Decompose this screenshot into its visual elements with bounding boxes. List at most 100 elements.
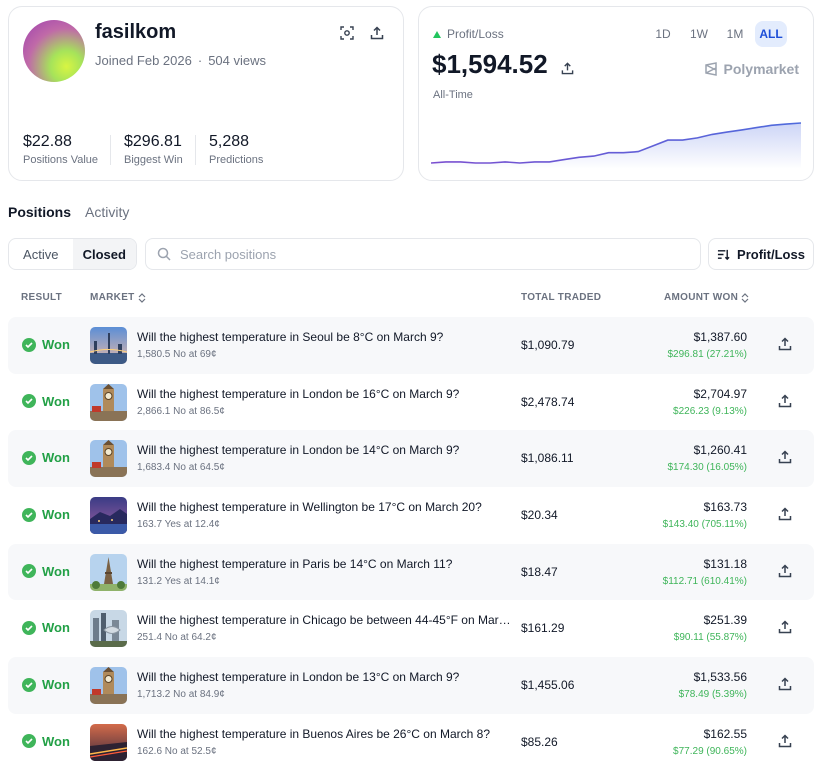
profit-change: $226.23 (9.13%) [673,405,747,417]
header-total-traded: TOTAL TRADED [521,292,602,303]
share-icon[interactable] [778,337,794,353]
amount-won: $162.55 [703,726,747,741]
sort-button[interactable]: Profit/Loss [708,238,814,270]
range-1w[interactable]: 1W [683,21,715,47]
total-traded: $1,455.06 [521,678,575,693]
check-circle-icon [22,394,36,409]
check-circle-icon [22,620,36,635]
pnl-header: Profit/Loss [433,27,504,41]
market-question[interactable]: Will the highest temperature in London b… [137,670,512,684]
result-badge: Won [22,394,70,409]
scan-icon[interactable] [337,23,357,43]
profile-meta: Joined Feb 2026 · 504 views [95,53,267,68]
share-icon[interactable] [778,620,794,636]
position-summary: 163.7 Yes at 12.4¢ [137,519,220,531]
check-circle-icon [22,450,36,465]
position-summary: 251.4 No at 64.2¢ [137,632,217,644]
username: fasilkom [95,21,177,43]
check-circle-icon [22,507,36,522]
header-market[interactable]: MARKET [90,292,146,303]
table-row[interactable]: Won Will the highest temperature in Seoul… [8,317,814,374]
divider [195,135,196,165]
range-1m[interactable]: 1M [719,21,751,47]
result-badge: Won [22,620,70,635]
polymarket-brand: Polymarket [704,61,799,77]
share-icon[interactable] [778,394,794,410]
result-badge: Won [22,734,70,749]
sort-toggle-icon [138,292,146,303]
filter-closed[interactable]: Closed [72,239,136,269]
check-circle-icon [22,677,36,692]
table-row[interactable]: Won Will the highest temperature in Welli… [8,487,814,544]
market-thumbnail [90,327,127,364]
range-all[interactable]: ALL [755,21,787,47]
table-row[interactable]: Won Will the highest temperature in Bueno… [8,713,814,766]
tab-activity[interactable]: Activity [85,204,129,220]
profit-change: $90.11 (55.87%) [673,632,747,644]
result-badge: Won [22,564,70,579]
pnl-card: Profit/Loss 1D 1W 1M ALL $1,594.52 Polym… [418,6,814,181]
check-circle-icon [22,734,36,749]
result-badge: Won [22,450,70,465]
polymarket-logo-icon [704,62,717,76]
pnl-label: Profit/Loss [447,27,504,41]
market-question[interactable]: Will the highest temperature in London b… [137,443,512,457]
profit-change: $112.71 (610.41%) [662,575,747,587]
share-icon[interactable] [778,564,794,580]
table-row[interactable]: Won Will the highest temperature in Paris… [8,543,814,601]
position-summary: 131.2 Yes at 14.1¢ [137,575,220,587]
search-input[interactable] [180,246,660,262]
header-amount-won[interactable]: AMOUNT WON [664,292,749,303]
amount-won: $1,387.60 [693,330,747,344]
result-badge: Won [22,507,70,522]
check-circle-icon [22,564,36,579]
market-thumbnail [90,610,127,648]
position-summary: 1,683.4 No at 64.5¢ [137,462,225,474]
profit-change: $296.81 (27.21%) [667,349,747,360]
profile-card: fasilkom Joined Feb 2026 · 504 views $22.8… [8,6,404,181]
avatar [23,20,85,82]
market-thumbnail [90,383,127,421]
table-row[interactable]: Won Will the highest temperature in Chica… [8,600,814,658]
table-row[interactable]: Won Will the highest temperature in Londo… [8,373,814,431]
market-question[interactable]: Will the highest temperature in Seoul be… [137,330,512,344]
share-icon[interactable] [778,734,794,750]
market-question[interactable]: Will the highest temperature in Chicago … [137,613,512,627]
market-thumbnail [90,553,127,591]
market-question[interactable]: Will the highest temperature in Wellingt… [137,500,512,514]
stat-predictions: 5,288 Predictions [209,133,264,166]
divider [110,135,111,165]
total-traded: $18.47 [521,564,558,579]
filter-active[interactable]: Active [9,239,73,269]
table-row[interactable]: Won Will the highest temperature in Londo… [8,430,814,488]
total-traded: $85.26 [521,734,558,749]
profit-change: $143.40 (705.11%) [662,519,747,531]
total-traded: $20.34 [521,508,558,523]
market-thumbnail [90,497,127,535]
amount-won: $163.73 [703,500,747,515]
share-icon[interactable] [778,450,794,466]
table-row[interactable]: Won Will the highest temperature in Londo… [8,657,814,714]
market-question[interactable]: Will the highest temperature in Paris be… [137,557,512,571]
joined-date: Joined Feb 2026 [95,53,192,68]
stat-positions-value: $22.88 Positions Value [23,133,99,166]
sort-icon [717,249,730,260]
total-traded: $2,478.74 [521,394,575,409]
profit-change: $78.49 (5.39%) [678,689,747,701]
market-question[interactable]: Will the highest temperature in London b… [137,387,512,401]
range-1d[interactable]: 1D [647,21,679,47]
share-icon[interactable] [778,677,794,693]
position-summary: 1,580.5 No at 69¢ [137,349,217,360]
tab-positions[interactable]: Positions [8,204,71,220]
share-icon[interactable] [561,51,574,82]
search-icon [157,247,171,261]
header-result: RESULT [21,292,63,303]
total-traded: $161.29 [521,621,565,636]
share-icon[interactable] [367,23,387,43]
range-selector: 1D 1W 1M ALL [647,21,787,47]
position-summary: 1,713.2 No at 84.9¢ [137,689,225,701]
amount-won: $131.18 [703,556,747,571]
market-question[interactable]: Will the highest temperature in Buenos A… [137,727,512,741]
profit-change: $174.30 (16.05%) [667,462,747,474]
share-icon[interactable] [778,507,794,523]
